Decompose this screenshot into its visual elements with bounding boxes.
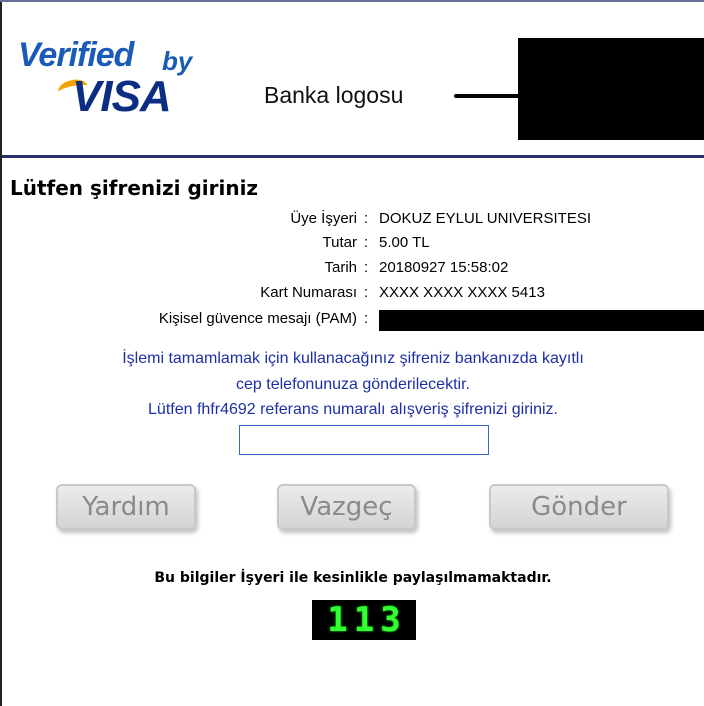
field-label: Üye İşyeri <box>290 210 357 227</box>
header: Verified by VISA Banka logosu <box>2 2 704 156</box>
field-date: Tarih : 20180927 15:58:02 <box>0 259 704 277</box>
field-value: XXXX XXXX XXXX 5413 <box>379 284 545 301</box>
bank-logo-redacted <box>518 38 704 140</box>
field-colon: : <box>364 284 369 301</box>
field-merchant: Üye İşyeri : DOKUZ EYLUL UNIVERSITESI <box>0 210 704 228</box>
logo-visa-text: VISA <box>72 72 172 121</box>
timeout-counter: 1 1 3 <box>312 600 416 640</box>
field-colon: : <box>364 210 369 227</box>
page-title: Lütfen şifrenizi giriniz <box>10 176 259 200</box>
counter-digit: 1 <box>327 600 348 640</box>
counter-digit: 1 <box>353 600 375 640</box>
counter-digit: 3 <box>380 600 401 640</box>
bank-logo-pointer-line <box>454 94 524 98</box>
field-colon: : <box>364 259 369 276</box>
verified-by-visa-logo: Verified by VISA <box>18 36 208 126</box>
field-colon: : <box>364 234 369 251</box>
cancel-button[interactable]: Vazgeç <box>277 484 416 530</box>
pam-message-redacted <box>379 310 704 331</box>
privacy-note: Bu bilgiler İşyeri ile kesinlikle paylaş… <box>154 570 552 586</box>
field-card-number: Kart Numarası : XXXX XXXX XXXX 5413 <box>0 284 704 302</box>
header-separator <box>2 155 704 158</box>
password-input[interactable] <box>239 425 489 455</box>
field-label: Tarih <box>324 259 357 276</box>
field-label: Tutar <box>322 234 357 251</box>
logo-verified-text: Verified <box>18 36 134 74</box>
field-label: Kişisel güvence mesajı (PAM) <box>158 310 357 327</box>
help-button[interactable]: Yardım <box>56 484 196 530</box>
instruction-line-3: Lütfen fhfr4692 referans numaralı alışve… <box>148 401 558 418</box>
field-colon: : <box>364 310 369 327</box>
field-value: 20180927 15:58:02 <box>379 259 509 276</box>
field-amount: Tutar : 5.00 TL <box>0 234 704 252</box>
send-button[interactable]: Gönder <box>489 484 669 530</box>
instruction-line-1: İşlemi tamamlamak için kullanacağınız şi… <box>122 350 584 367</box>
field-value: 5.00 TL <box>379 234 430 251</box>
instruction-line-2: cep telefonunuza gönderilecektir. <box>236 376 470 393</box>
field-label: Kart Numarası <box>260 284 357 301</box>
field-value: DOKUZ EYLUL UNIVERSITESI <box>379 210 591 227</box>
bank-logo-label: Banka logosu <box>264 82 404 108</box>
